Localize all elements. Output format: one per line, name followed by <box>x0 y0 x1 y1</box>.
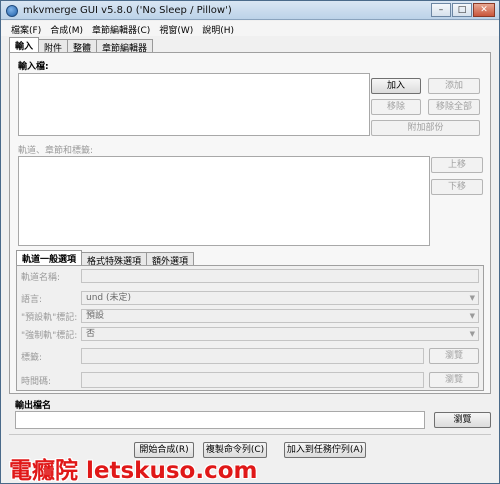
divider <box>9 434 491 435</box>
tab-chapter-editor[interactable]: 章節編輯器 <box>96 39 154 54</box>
default-flag-label: "預設軌"標記: <box>21 313 78 323</box>
forced-flag-label: "強制軌"標記: <box>21 331 78 341</box>
menu-file[interactable]: 檔案(F) <box>7 21 46 36</box>
chevron-down-icon: ▼ <box>469 312 475 320</box>
output-browse-button[interactable]: 瀏覽 <box>434 412 491 428</box>
add-button[interactable]: 加入 <box>371 78 421 94</box>
close-button[interactable]: ✕ <box>473 3 495 17</box>
default-flag-value: 預設 <box>86 311 105 321</box>
tags-field[interactable] <box>81 348 424 364</box>
append-button[interactable]: 添加 <box>428 78 480 94</box>
watermark-text: 電癮院 letskuso.com <box>9 458 258 484</box>
timecodes-field[interactable] <box>81 372 424 388</box>
tab-global[interactable]: 整體 <box>67 39 98 54</box>
add-to-job-queue-button[interactable]: 加入到任務佇列(A) <box>284 442 366 458</box>
menu-bar: 檔案(F) 合成(M) 章節編輯器(C) 視窗(W) 說明(H) <box>1 21 499 36</box>
title-bar[interactable]: mkvmerge GUI v5.8.0 ('No Sleep / Pillow'… <box>1 1 499 20</box>
remove-button[interactable]: 移除 <box>371 99 421 115</box>
chevron-down-icon: ▼ <box>469 294 475 302</box>
input-tab-panel: 輸入檔: 加入 添加 移除 移除全部 附加部份 軌道、章節和標籤: 上移 下移 … <box>9 52 491 394</box>
timecodes-label: 時間碼: <box>21 377 52 387</box>
tab-format-specific-options[interactable]: 格式特殊選項 <box>81 252 148 267</box>
app-icon <box>6 5 18 17</box>
move-down-button[interactable]: 下移 <box>431 179 483 195</box>
additional-parts-button[interactable]: 附加部份 <box>371 120 480 136</box>
language-select[interactable]: und (未定) ▼ <box>81 291 479 305</box>
track-options-panel: 軌道名稱: 語言: und (未定) ▼ "預設軌"標記: 預設 ▼ "強制軌"… <box>16 265 484 391</box>
remove-all-button[interactable]: 移除全部 <box>428 99 480 115</box>
track-name-label: 軌道名稱: <box>21 273 61 283</box>
tab-general-track-options[interactable]: 軌道一般選項 <box>16 250 83 265</box>
track-name-field[interactable] <box>81 269 479 283</box>
tab-input[interactable]: 輸入 <box>9 37 40 52</box>
maximize-button[interactable]: □ <box>452 3 472 17</box>
output-filename-input[interactable] <box>15 411 425 429</box>
menu-chapter-editor[interactable]: 章節編輯器(C) <box>88 21 155 36</box>
output-filename-label: 輸出檔名 <box>15 401 52 411</box>
tab-attachments[interactable]: 附件 <box>38 39 69 54</box>
language-value: und (未定) <box>86 293 132 303</box>
tags-browse-button[interactable]: 瀏覽 <box>429 348 479 364</box>
timecodes-browse-button[interactable]: 瀏覽 <box>429 372 479 388</box>
main-window: mkvmerge GUI v5.8.0 ('No Sleep / Pillow'… <box>0 0 500 484</box>
menu-help[interactable]: 說明(H) <box>198 21 239 36</box>
window-title: mkvmerge GUI v5.8.0 ('No Sleep / Pillow'… <box>23 5 232 16</box>
input-files-label: 輸入檔: <box>18 62 49 72</box>
chevron-down-icon: ▼ <box>469 330 475 338</box>
language-label: 語言: <box>21 295 43 305</box>
forced-flag-select[interactable]: 否 ▼ <box>81 327 479 341</box>
move-up-button[interactable]: 上移 <box>431 157 483 173</box>
tracks-label: 軌道、章節和標籤: <box>18 146 94 156</box>
input-files-list[interactable] <box>18 73 370 136</box>
minimize-button[interactable]: – <box>431 3 451 17</box>
tab-extra-options[interactable]: 額外選項 <box>146 252 195 267</box>
forced-flag-value: 否 <box>86 329 96 339</box>
menu-mux[interactable]: 合成(M) <box>46 21 88 36</box>
menu-window[interactable]: 視窗(W) <box>155 21 198 36</box>
default-flag-select[interactable]: 預設 ▼ <box>81 309 479 323</box>
tracks-list[interactable] <box>18 156 430 246</box>
tags-label: 標籤: <box>21 353 43 363</box>
